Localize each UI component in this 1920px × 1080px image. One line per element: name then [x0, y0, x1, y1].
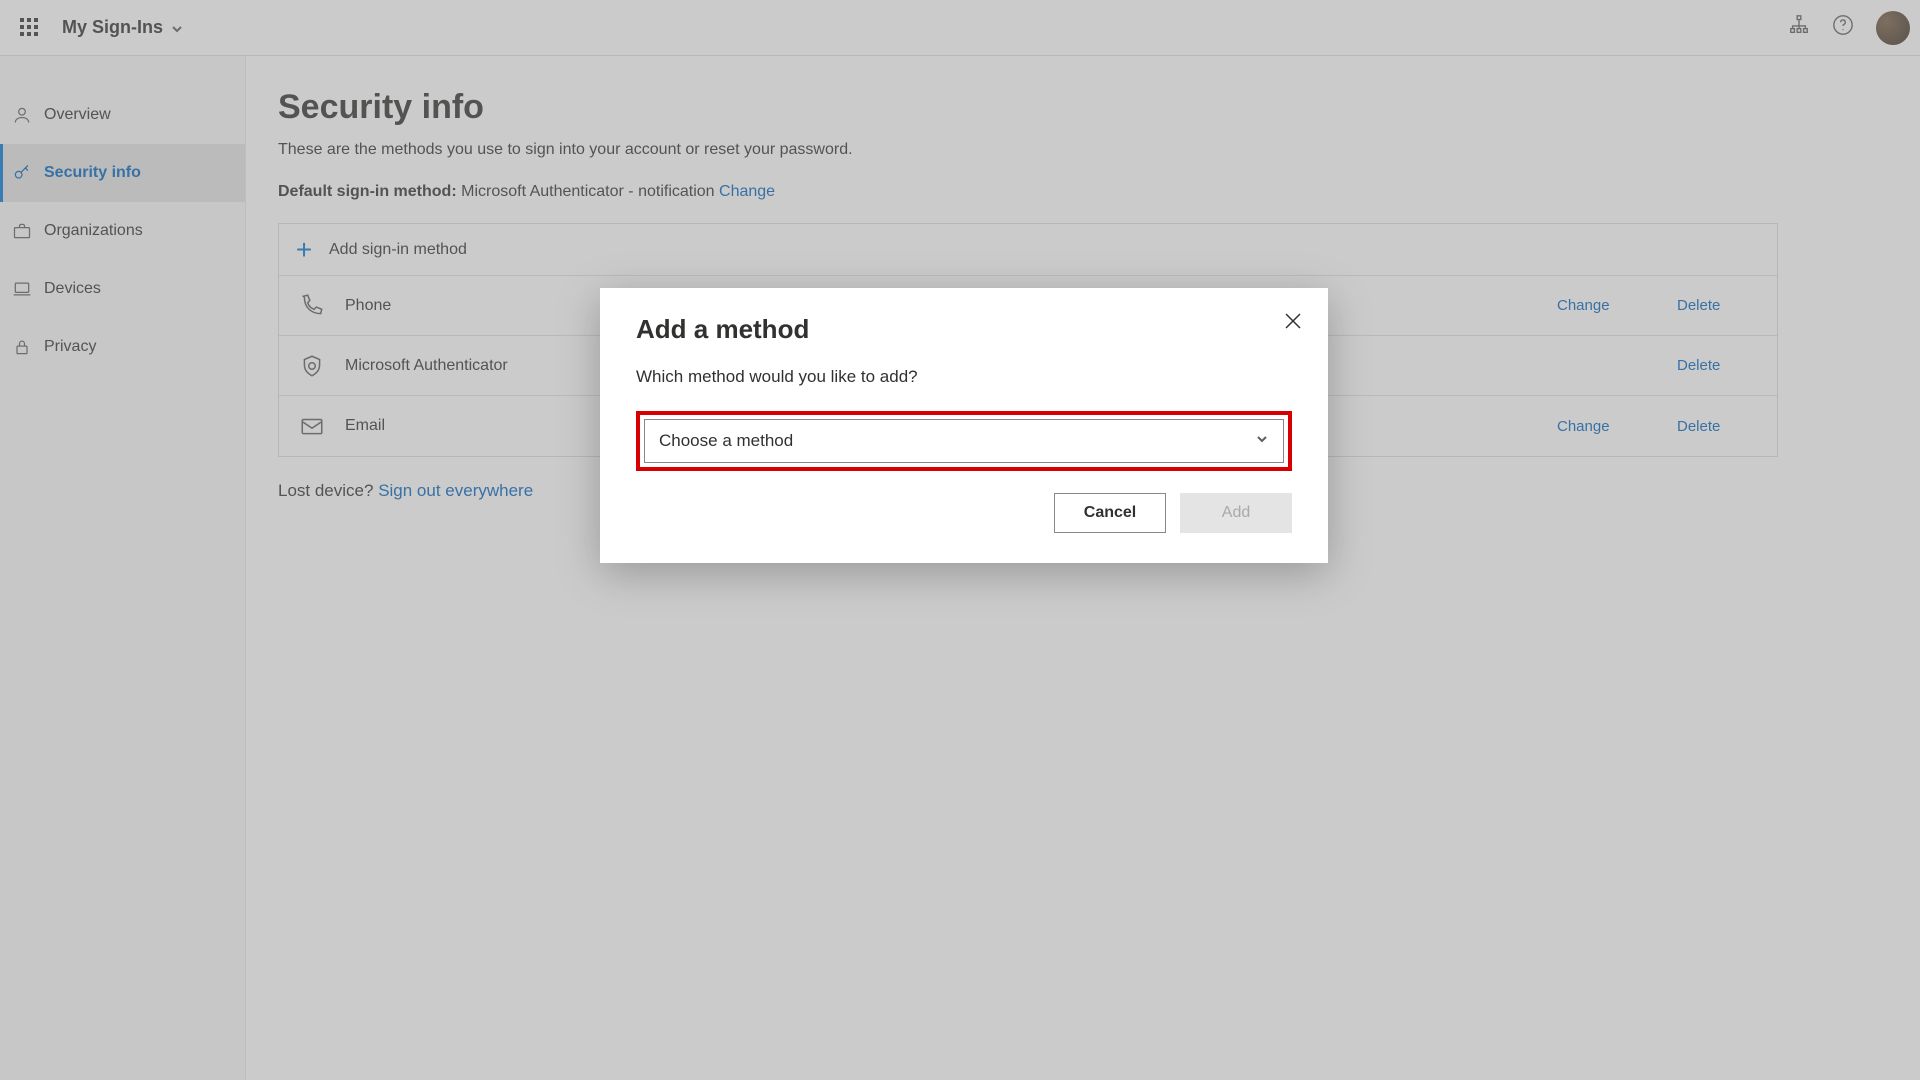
add-button[interactable]: Add	[1180, 493, 1292, 533]
cancel-button[interactable]: Cancel	[1054, 493, 1166, 533]
chevron-down-icon	[1255, 432, 1269, 451]
method-select-placeholder: Choose a method	[659, 431, 793, 451]
highlight-annotation: Choose a method	[636, 411, 1292, 471]
close-button[interactable]	[1282, 310, 1304, 332]
modal-title: Add a method	[636, 314, 1292, 345]
modal-footer: Cancel Add	[636, 493, 1292, 533]
modal-question: Which method would you like to add?	[636, 367, 1292, 387]
add-method-modal: Add a method Which method would you like…	[600, 288, 1328, 563]
method-select[interactable]: Choose a method	[644, 419, 1284, 463]
